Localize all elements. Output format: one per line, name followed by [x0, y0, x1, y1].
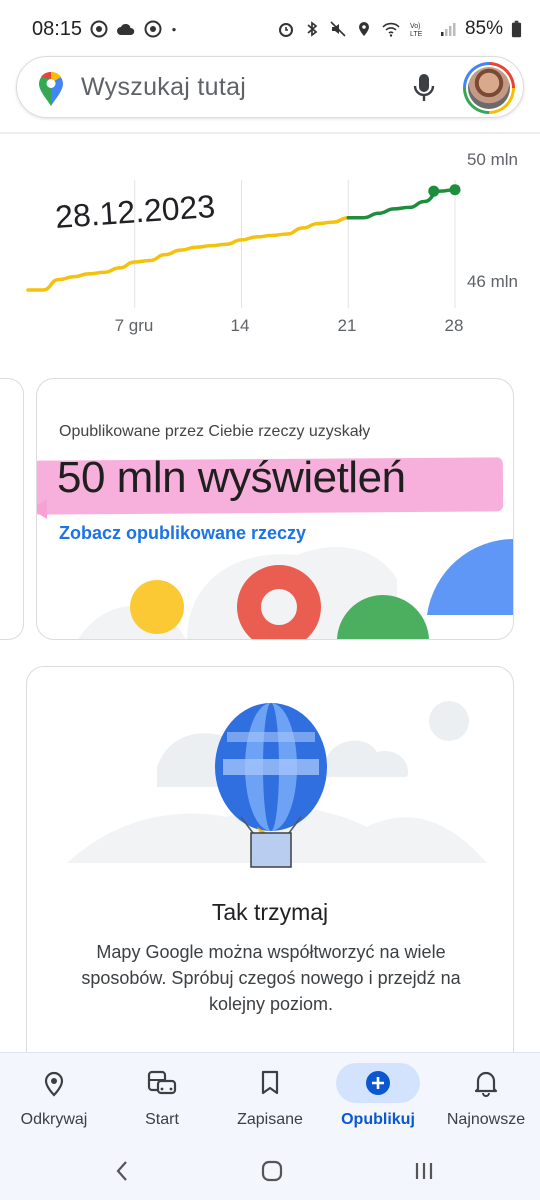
- avatar[interactable]: [463, 62, 515, 114]
- bookmark-icon: [261, 1070, 279, 1095]
- chrome-icon: [90, 20, 108, 38]
- nav-item-odkrywaj[interactable]: Odkrywaj: [0, 1063, 108, 1135]
- see-published-link[interactable]: Zobacz opublikowane rzeczy: [59, 523, 306, 544]
- google-maps-logo-icon: [39, 71, 63, 106]
- views-chart: 28.12.2023 50 mln 46 mln 7 gru 14 21 28: [0, 140, 540, 350]
- status-right: Vo) LTE 85%: [277, 18, 522, 40]
- chart-series-line: [346, 187, 457, 220]
- previous-card-peek[interactable]: [0, 378, 24, 640]
- bottom-navigation: Odkrywaj Start Zapisane Opublikuj Najnow…: [0, 1052, 540, 1142]
- bluetooth-icon: [307, 21, 318, 37]
- x-tick-label: 21: [338, 316, 357, 335]
- hot-air-balloon-illustration: [67, 701, 487, 868]
- home-button[interactable]: [242, 1156, 302, 1186]
- x-tick-label: 28: [445, 316, 464, 335]
- location-pin-icon: [44, 1071, 64, 1097]
- back-button[interactable]: [92, 1156, 152, 1186]
- add-circle-icon: [366, 1071, 390, 1095]
- nav-label: Start: [145, 1111, 179, 1128]
- yellow-circle: [130, 580, 184, 634]
- alarm-icon: [278, 23, 293, 37]
- wifi-icon: [382, 22, 400, 37]
- nav-label: Odkrywaj: [20, 1111, 88, 1128]
- chart-point: [428, 185, 440, 197]
- views-chart-svg: 28.12.2023 50 mln 46 mln 7 gru 14 21 28: [26, 150, 518, 335]
- volte-icon: Vo)LTE: [410, 23, 423, 38]
- chart-title: 28.12.2023: [54, 188, 216, 235]
- nav-item-start[interactable]: Start: [108, 1063, 216, 1135]
- encouragement-card: Tak trzymaj Mapy Google można współtworz…: [26, 666, 514, 1086]
- chart-point: [449, 184, 461, 196]
- profile-photo: [468, 67, 510, 109]
- nav-item-najnowsze[interactable]: Najnowsze: [432, 1063, 540, 1135]
- signal-icon: [440, 23, 456, 36]
- nav-item-opublikuj[interactable]: Opublikuj: [324, 1063, 432, 1135]
- blue-quarter: [427, 539, 513, 615]
- header-divider: [0, 132, 540, 134]
- stats-value: 50 mln wyświetleń: [57, 453, 406, 502]
- x-tick-label: 7 gru: [115, 316, 154, 335]
- home-square-icon: [261, 1160, 283, 1182]
- x-tick-label: 14: [231, 316, 250, 335]
- battery-icon: [511, 20, 522, 38]
- status-left-icons: [90, 20, 182, 38]
- highlight-arrow: [37, 499, 47, 519]
- red-ring: [237, 565, 321, 639]
- green-semicircle: [337, 595, 429, 639]
- svg-text:Vo): Vo): [410, 23, 421, 30]
- nav-label: Opublikuj: [341, 1111, 415, 1128]
- encouragement-body: Mapy Google można współtworzyć na wiele …: [81, 942, 461, 1014]
- search-input[interactable]: Wyszukaj tutaj: [81, 73, 246, 102]
- commute-icon: [147, 1070, 177, 1095]
- nav-label: Najnowsze: [446, 1111, 526, 1128]
- nav-item-zapisane[interactable]: Zapisane: [216, 1063, 324, 1135]
- back-chevron-icon: [116, 1161, 127, 1181]
- chrome-icon: [144, 20, 162, 38]
- stats-caption: Opublikowane przez Ciebie rzeczy uzyskał…: [59, 423, 371, 440]
- microphone-icon[interactable]: [413, 71, 435, 105]
- location-icon: [358, 22, 369, 36]
- views-stats-card[interactable]: Opublikowane przez Ciebie rzeczy uzyskał…: [36, 378, 514, 640]
- encouragement-title: Tak trzymaj: [211, 899, 329, 925]
- dot-icon: [172, 28, 176, 32]
- y-tick-label: 50 mln: [467, 150, 518, 169]
- search-bar[interactable]: Wyszukaj tutaj: [16, 56, 524, 118]
- battery-percent: 85%: [464, 18, 503, 39]
- recents-button[interactable]: [394, 1156, 454, 1186]
- y-tick-label: 46 mln: [467, 272, 518, 291]
- nav-label: Zapisane: [237, 1111, 303, 1128]
- mute-icon: [330, 21, 346, 37]
- status-bar: 08:15 Vo) LTE 85%: [0, 0, 540, 56]
- bell-icon: [474, 1071, 498, 1097]
- system-navigation: [0, 1142, 540, 1200]
- cloud-icon: [117, 23, 135, 35]
- recents-icon: [415, 1163, 433, 1179]
- svg-text:LTE: LTE: [410, 31, 423, 38]
- status-time: 08:15: [32, 18, 83, 40]
